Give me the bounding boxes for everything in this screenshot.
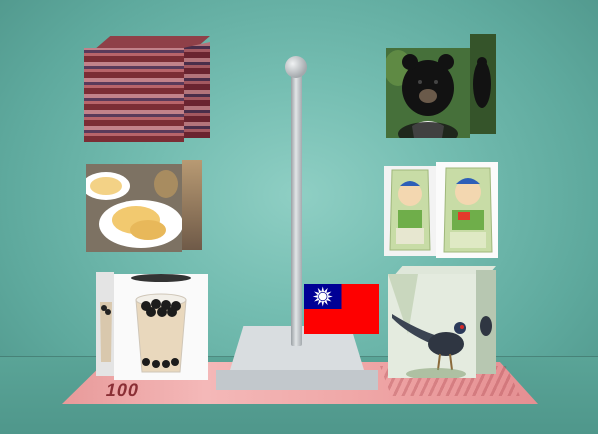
taiwan-flag[interactable] [304,284,379,334]
banknote-number: 100 [103,380,142,400]
rice-bag-image-front [384,166,436,256]
bubble-tea-image [114,274,208,380]
black-bear-cube[interactable] [386,34,496,138]
fabric-pattern-cube[interactable] [84,36,210,142]
food-cube[interactable] [86,160,202,252]
food-image [86,164,182,252]
rice-bag-cube[interactable] [384,162,498,258]
bubble-tea-cube[interactable] [96,268,208,380]
flagpole-finial [285,56,307,78]
bubble-tea-side-image [96,272,114,376]
black-bear-side-image [470,34,496,134]
3d-scene: 100 [0,0,598,434]
pheasant-side-image [476,270,496,374]
rice-bag-image-side [436,162,498,258]
pheasant-image [388,274,476,378]
flagpole [291,70,302,346]
black-bear-image [386,48,470,138]
pheasant-cube[interactable] [388,266,496,378]
